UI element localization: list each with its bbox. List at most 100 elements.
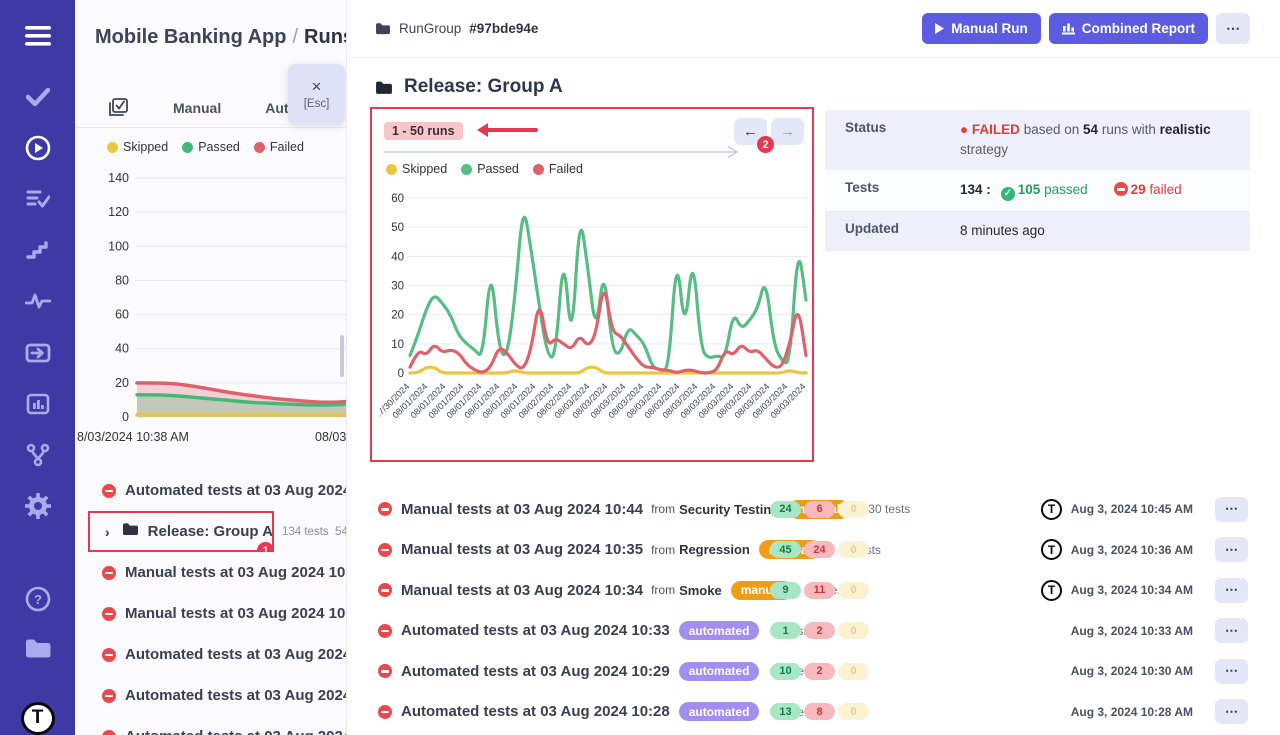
run-row[interactable]: Manual tests at 03 Aug 2024 10:44 from S… (347, 489, 1280, 530)
run-timestamp: Aug 3, 2024 10:34 AM (1063, 583, 1193, 597)
svg-text:80: 80 (115, 273, 129, 287)
failed-status-icon (378, 502, 392, 516)
row-more-button[interactable]: ⋯ (1215, 618, 1248, 643)
legend-failed-label: Failed (270, 140, 304, 154)
skipped-badge: 0 (838, 582, 869, 599)
project-title[interactable]: Mobile Banking App (95, 26, 286, 48)
prev-page-button[interactable]: ←2 (734, 118, 767, 145)
failed-status-icon (378, 624, 392, 638)
run-list-item[interactable]: Automated tests at 03 Aug 2024 (75, 716, 347, 735)
run-list-item[interactable]: Automated tests at 03 Aug 2024 10 (75, 634, 347, 675)
play-circle-icon[interactable] (24, 134, 52, 161)
help-icon[interactable]: ? (24, 586, 52, 613)
run-title[interactable]: Automated tests at 03 Aug 2024 10:33 (401, 622, 670, 639)
run-title[interactable]: Manual tests at 03 Aug 2024 10:34 (401, 582, 643, 599)
skipped-badge: 0 (838, 501, 869, 518)
run-list-item[interactable]: Automated tests at 03 Aug 2024 10 (75, 675, 347, 716)
run-row[interactable]: Manual tests at 03 Aug 2024 10:34 from S… (347, 570, 1280, 611)
run-type-pill: automated (679, 702, 760, 721)
pulse-icon[interactable] (24, 288, 52, 315)
run-row[interactable]: Manual tests at 03 Aug 2024 10:35 from R… (347, 530, 1280, 571)
skipped-badge: 0 (838, 541, 869, 558)
next-page-button[interactable]: → (771, 118, 804, 145)
run-row[interactable]: Automated tests at 03 Aug 2024 10:33 aut… (347, 611, 1280, 652)
svg-text:0: 0 (122, 410, 129, 424)
updated-label: Updated (845, 221, 960, 241)
reporter-logo-icon: T (1041, 539, 1062, 560)
svg-text:30: 30 (391, 281, 404, 293)
mini-chart-legend: Skipped Passed Failed (107, 140, 304, 154)
menu-icon[interactable] (24, 22, 52, 49)
failed-status-icon (102, 730, 116, 735)
test-list-icon[interactable] (24, 185, 52, 212)
updated-row: Updated 8 minutes ago (825, 211, 1250, 251)
failed-dot-icon: ● (960, 122, 968, 137)
svg-text:60: 60 (391, 193, 404, 205)
run-title[interactable]: Manual tests at 03 Aug 2024 10:35 (401, 541, 643, 558)
import-icon[interactable] (24, 339, 52, 366)
run-type-pill: automated (679, 662, 760, 681)
run-list-item[interactable]: › Release: Group A 134 tests 54 r 1 (75, 511, 347, 552)
main-chart-legend: Skipped Passed Failed (386, 162, 583, 176)
select-runs-icon[interactable] (107, 97, 129, 119)
close-icon[interactable]: × (312, 78, 322, 95)
run-title[interactable]: Automated tests at 03 Aug 2024 10:29 (401, 663, 670, 680)
run-list-item[interactable]: Automated tests at 03 Aug 2024 10 (75, 470, 347, 511)
suite-name[interactable]: Smoke (679, 583, 722, 598)
rungroup-details: Status ● FAILED based on 54 runs with re… (825, 110, 1250, 251)
passed-badge: 1 (770, 622, 801, 639)
legend-failed-label: Failed (549, 162, 583, 176)
release-title-text: Release: Group A (404, 76, 563, 98)
run-meta: 134 tests 54 r (282, 526, 347, 538)
run-list-item[interactable]: Manual tests at 03 Aug 2024 10:42 (75, 593, 347, 634)
combined-report-button[interactable]: Combined Report (1049, 13, 1208, 44)
chevron-right-icon[interactable]: › (105, 524, 110, 540)
tests-value: 134 :✓105 passed29 failed (960, 180, 1250, 201)
manual-run-button[interactable]: Manual Run (922, 13, 1041, 44)
scrollbar-thumb[interactable] (340, 335, 344, 377)
tab-manual[interactable]: Manual (173, 100, 221, 116)
annotation-arrow-icon (474, 121, 538, 139)
passed-badge: 24 (770, 501, 801, 518)
run-list-item[interactable]: Manual tests at 03 Aug 2024 10:43 (75, 552, 347, 593)
more-actions-button[interactable]: ⋯ (1216, 13, 1250, 44)
svg-text:?: ? (34, 592, 42, 607)
branches-icon[interactable] (24, 441, 52, 468)
suite-name[interactable]: Security Testing (679, 502, 779, 517)
from-label: from (651, 502, 675, 516)
result-badges: 9 11 0 (770, 582, 869, 599)
row-more-button[interactable]: ⋯ (1215, 497, 1248, 522)
app-sidebar: ? T (0, 0, 75, 735)
row-more-button[interactable]: ⋯ (1215, 659, 1248, 684)
run-row[interactable]: Automated tests at 03 Aug 2024 10:29 aut… (347, 651, 1280, 692)
suite-name[interactable]: Regression (679, 542, 750, 557)
run-timestamp: Aug 3, 2024 10:36 AM (1063, 543, 1193, 557)
esc-hint: [Esc] (304, 98, 330, 110)
run-title: Automated tests at 03 Aug 2024 10 (125, 482, 347, 499)
result-badges: 45 24 0 (770, 541, 869, 558)
check-icon[interactable] (24, 83, 52, 110)
folder-icon (375, 80, 393, 95)
row-more-button[interactable]: ⋯ (1215, 578, 1248, 603)
failed-status-icon (378, 583, 392, 597)
projects-folder-icon[interactable] (24, 635, 52, 662)
steps-icon[interactable] (24, 237, 52, 264)
run-title[interactable]: Automated tests at 03 Aug 2024 10:28 (401, 703, 670, 720)
run-title[interactable]: Manual tests at 03 Aug 2024 10:44 (401, 501, 643, 518)
failed-badge: 6 (804, 501, 835, 518)
row-more-button[interactable]: ⋯ (1215, 537, 1248, 562)
legend-skipped-label: Skipped (402, 162, 447, 176)
reports-icon[interactable] (24, 390, 52, 417)
testomat-logo[interactable]: T (21, 702, 55, 735)
svg-text:0: 0 (398, 368, 404, 380)
run-title: Release: Group A (148, 523, 273, 540)
gear-icon[interactable] (24, 492, 52, 519)
tests-row: Tests 134 :✓105 passed29 failed (825, 170, 1250, 211)
tests-count: 30 tests (868, 502, 910, 516)
run-row[interactable]: Automated tests at 03 Aug 2024 10:28 aut… (347, 692, 1280, 733)
runs-range-arrow[interactable] (384, 145, 746, 159)
row-more-button[interactable]: ⋯ (1215, 699, 1248, 724)
tests-label: Tests (845, 180, 960, 201)
runs-side-panel: Mobile Banking App/Runs Manual Automated… (75, 0, 347, 735)
svg-text:10: 10 (391, 339, 404, 351)
